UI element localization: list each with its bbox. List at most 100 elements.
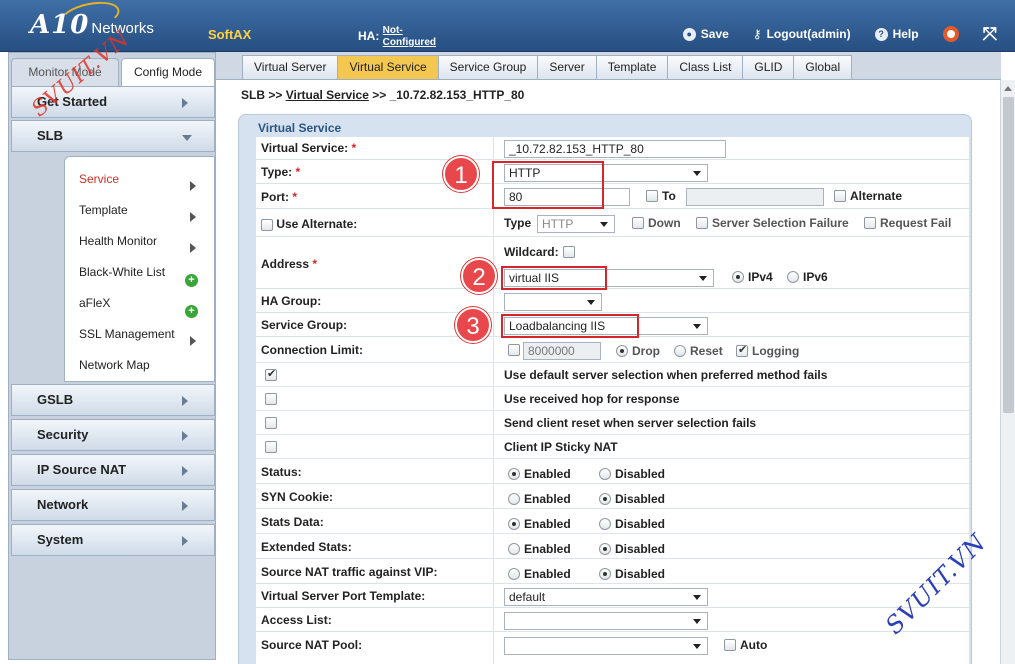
request-fail-checkbox[interactable]	[864, 217, 876, 229]
row-virtual-service: Virtual Service: * _10.72.82.153_HTTP_80	[256, 137, 969, 160]
port-to-input[interactable]	[686, 188, 824, 206]
reset-radio[interactable]	[674, 345, 686, 357]
lifebuoy-icon[interactable]	[942, 26, 959, 42]
plus-icon[interactable]: +	[185, 274, 198, 287]
tab-global[interactable]: Global	[794, 55, 853, 80]
chevron-down-icon	[182, 135, 192, 141]
extended-stats-disabled-radio[interactable]	[599, 543, 611, 555]
auto-checkbox[interactable]	[724, 639, 736, 651]
row-option-sticky-nat: Client IP Sticky NAT	[256, 435, 969, 459]
sidebar-item-slb[interactable]: SLB	[11, 120, 215, 152]
source-nat-pool-select[interactable]	[504, 637, 708, 655]
server-selection-failure-checkbox[interactable]	[696, 217, 708, 229]
submenu-service[interactable]: Service	[79, 172, 119, 186]
chevron-right-icon	[182, 466, 188, 476]
chevron-right-icon	[182, 98, 188, 108]
scroll-thumb[interactable]	[1003, 97, 1014, 413]
help-button[interactable]: ? Help	[874, 27, 919, 41]
plus-icon[interactable]: +	[185, 305, 198, 318]
row-syn-cookie: SYN Cookie: Enabled Disabled	[256, 484, 969, 509]
source-nat-vip-disabled-radio[interactable]	[599, 568, 611, 580]
submenu-aflex[interactable]: aFleX	[79, 296, 110, 310]
status-disabled-radio[interactable]	[599, 468, 611, 480]
tab-config-mode[interactable]: Config Mode	[121, 58, 215, 86]
stats-data-enabled-radio[interactable]	[508, 518, 520, 530]
tab-class-list[interactable]: Class List	[668, 55, 744, 80]
top-header: A10 Networks SoftAX HA: Not- Configured ● …	[0, 0, 1015, 52]
virtual-service-name-input[interactable]: _10.72.82.153_HTTP_80	[504, 140, 726, 158]
down-checkbox[interactable]	[632, 217, 644, 229]
extended-stats-enabled-radio[interactable]	[508, 543, 520, 555]
row-connection-limit: Connection Limit: 8000000 Drop Reset Log…	[256, 337, 969, 363]
chevron-right-icon	[190, 181, 196, 191]
chevron-right-icon	[190, 336, 196, 346]
syn-cookie-disabled-radio[interactable]	[599, 493, 611, 505]
row-option-client-reset: Send client reset when server selection …	[256, 411, 969, 435]
row-stats-data: Stats Data: Enabled Disabled	[256, 509, 969, 534]
submenu-template[interactable]: Template	[79, 203, 128, 217]
expand-icon[interactable]: ⤧	[983, 25, 997, 43]
submenu-black-white-list[interactable]: Black-White List	[79, 265, 165, 279]
ha-status-link[interactable]: Not- Configured	[383, 25, 436, 49]
breadcrumb-link-virtual-service[interactable]: Virtual Service	[286, 88, 369, 102]
chevron-right-icon	[182, 431, 188, 441]
tab-virtual-service[interactable]: Virtual Service	[338, 55, 439, 80]
source-nat-vip-enabled-radio[interactable]	[508, 568, 520, 580]
submenu-health-monitor[interactable]: Health Monitor	[79, 234, 157, 248]
save-icon: ●	[682, 27, 696, 41]
alternate-type-select[interactable]: HTTP	[537, 215, 615, 233]
ha-group-select[interactable]	[504, 293, 602, 311]
wildcard-checkbox[interactable]	[562, 246, 575, 258]
breadcrumb: SLB >> Virtual Service >> _10.72.82.153_…	[241, 88, 525, 102]
content-tabs: Virtual Server Virtual Service Service G…	[242, 55, 853, 80]
row-status: Status: Enabled Disabled	[256, 459, 969, 484]
ipv4-radio[interactable]	[732, 271, 744, 283]
default-selection-checkbox[interactable]	[265, 367, 277, 381]
access-list-select[interactable]	[504, 612, 708, 630]
a10-logo: A10 Networks	[30, 10, 154, 40]
tab-server[interactable]: Server	[538, 55, 597, 80]
syn-cookie-enabled-radio[interactable]	[508, 493, 520, 505]
chevron-right-icon	[182, 396, 188, 406]
row-source-nat-vip: Source NAT traffic against VIP: Enabled …	[256, 559, 969, 584]
chevron-right-icon	[190, 212, 196, 222]
ipv6-radio[interactable]	[787, 271, 799, 283]
row-option-default-selection: Use default server selection when prefer…	[256, 363, 969, 387]
logout-button[interactable]: ⚷ Logout(admin)	[753, 27, 851, 41]
chevron-right-icon	[182, 501, 188, 511]
row-vs-port-template: Virtual Server Port Template: default	[256, 584, 969, 608]
alternate-checkbox[interactable]	[834, 190, 846, 202]
vertical-scrollbar[interactable]	[1000, 80, 1015, 664]
highlight-box-address	[501, 266, 607, 290]
use-alternate-checkbox[interactable]	[261, 218, 273, 231]
row-extended-stats: Extended Stats: Enabled Disabled	[256, 534, 969, 559]
key-icon: ⚷	[752, 27, 762, 41]
tab-glid[interactable]: GLID	[743, 55, 795, 80]
client-reset-checkbox[interactable]	[265, 417, 277, 429]
logging-checkbox[interactable]	[736, 343, 748, 357]
sidebar-item-gslb[interactable]: GSLB	[11, 384, 215, 416]
tab-virtual-server[interactable]: Virtual Server	[242, 55, 339, 80]
sidebar-item-system[interactable]: System	[11, 524, 215, 556]
drop-radio[interactable]	[616, 345, 628, 357]
row-address: Address * Wildcard: virtual IIS IPv4 IPv…	[256, 237, 969, 289]
sticky-nat-checkbox[interactable]	[265, 441, 277, 453]
sidebar-item-network[interactable]: Network	[11, 489, 215, 521]
sidebar-item-security[interactable]: Security	[11, 419, 215, 451]
status-enabled-radio[interactable]	[508, 468, 520, 480]
tab-template[interactable]: Template	[596, 55, 669, 80]
submenu-network-map[interactable]: Network Map	[79, 358, 150, 372]
scroll-up-icon[interactable]	[1004, 86, 1012, 91]
stats-data-disabled-radio[interactable]	[599, 518, 611, 530]
save-button[interactable]: ● Save	[682, 27, 729, 41]
connection-limit-checkbox[interactable]	[508, 344, 520, 356]
received-hop-checkbox[interactable]	[265, 393, 277, 405]
submenu-ssl-management[interactable]: SSL Management	[79, 327, 175, 341]
connection-limit-input[interactable]: 8000000	[523, 342, 601, 360]
tab-service-group[interactable]: Service Group	[438, 55, 539, 80]
vs-port-template-select[interactable]: default	[504, 588, 708, 606]
row-access-list: Access List:	[256, 608, 969, 632]
sidebar-item-ip-source-nat[interactable]: IP Source NAT	[11, 454, 215, 486]
port-range-checkbox[interactable]	[646, 190, 658, 202]
row-ha-group: HA Group:	[256, 289, 969, 313]
